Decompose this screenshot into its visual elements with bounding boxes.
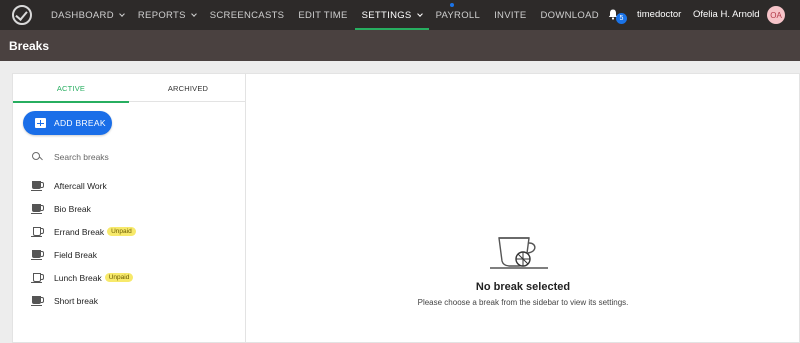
break-name: Lunch Break bbox=[54, 272, 102, 283]
list-item[interactable]: Bio Break bbox=[31, 197, 242, 220]
company-name[interactable]: timedoctor bbox=[637, 9, 681, 20]
search-input[interactable] bbox=[54, 152, 214, 162]
tea-cup-illustration-icon bbox=[490, 235, 548, 276]
list-item[interactable]: Lunch Break Unpaid bbox=[31, 266, 242, 289]
nav-item-label: EDIT TIME bbox=[298, 9, 348, 21]
breaks-card: ACTIVE ARCHIVED ADD BREAK Aftercall Work… bbox=[12, 73, 800, 343]
breaks-sidebar: ACTIVE ARCHIVED ADD BREAK Aftercall Work… bbox=[13, 74, 246, 343]
coffee-cup-icon bbox=[31, 249, 44, 260]
unpaid-badge: Unpaid bbox=[107, 227, 136, 236]
list-item[interactable]: Aftercall Work bbox=[31, 174, 242, 197]
break-name: Short break bbox=[54, 295, 98, 306]
empty-state-subtitle: Please choose a break from the sidebar t… bbox=[417, 298, 629, 307]
nav-item-label: DASHBOARD bbox=[51, 9, 114, 21]
unpaid-badge: Unpaid bbox=[104, 273, 134, 282]
takeaway-cup-icon bbox=[31, 226, 44, 237]
empty-state-title: No break selected bbox=[475, 281, 571, 293]
nav-item-label: INVITE bbox=[494, 9, 527, 21]
search-icon bbox=[32, 152, 42, 162]
search-box bbox=[32, 150, 214, 164]
coffee-cup-icon bbox=[31, 180, 44, 191]
nav-item-edit-time[interactable]: EDIT TIME bbox=[291, 0, 354, 30]
list-item[interactable]: Short break bbox=[31, 289, 242, 312]
add-break-button[interactable]: ADD BREAK bbox=[23, 111, 112, 135]
coffee-cup-icon bbox=[31, 295, 44, 306]
nav-item-settings[interactable]: SETTINGS bbox=[354, 0, 429, 30]
page-title: Breaks bbox=[9, 39, 50, 53]
nav-item-screencasts[interactable]: SCREENCASTS bbox=[203, 0, 292, 30]
chevron-down-icon bbox=[416, 10, 423, 17]
takeaway-cup-icon bbox=[31, 272, 44, 283]
break-name: Field Break bbox=[54, 249, 97, 260]
nav-item-invite[interactable]: INVITE bbox=[487, 0, 533, 30]
tab-archived[interactable]: ARCHIVED bbox=[130, 74, 246, 102]
avatar[interactable]: OA bbox=[767, 6, 785, 24]
tab-active[interactable]: ACTIVE bbox=[13, 74, 129, 103]
nav-item-dashboard[interactable]: DASHBOARD bbox=[44, 0, 131, 30]
notification-count-badge: 5 bbox=[616, 13, 627, 24]
timedoctor-logo-icon[interactable] bbox=[12, 5, 32, 25]
nav-item-label: DOWNLOAD bbox=[540, 9, 599, 21]
top-navigation: DASHBOARD REPORTS SCREENCASTS EDIT TIME … bbox=[0, 0, 800, 30]
nav-item-label: REPORTS bbox=[137, 9, 186, 21]
break-name: Errand Break bbox=[54, 226, 105, 237]
tabs: ACTIVE ARCHIVED bbox=[13, 74, 246, 103]
nav-item-label: SETTINGS bbox=[361, 9, 412, 21]
chevron-down-icon bbox=[119, 10, 125, 17]
new-indicator-dot bbox=[449, 3, 454, 7]
nav-item-payroll[interactable]: PAYROLL bbox=[429, 0, 488, 30]
break-name: Aftercall Work bbox=[54, 180, 107, 191]
chevron-down-icon bbox=[190, 10, 197, 17]
break-name: Bio Break bbox=[54, 203, 91, 214]
page-header: Breaks bbox=[0, 30, 800, 61]
nav-item-label: PAYROLL bbox=[435, 9, 481, 21]
list-item[interactable]: Errand Break Unpaid bbox=[31, 220, 242, 243]
list-item[interactable]: Field Break bbox=[31, 243, 242, 266]
nav-item-reports[interactable]: REPORTS bbox=[131, 0, 203, 30]
user-name[interactable]: Ofelia H. Arnold bbox=[693, 9, 760, 20]
add-break-label: ADD BREAK bbox=[54, 118, 106, 128]
coffee-cup-icon bbox=[31, 203, 44, 214]
break-details-panel: No break selected Please choose a break … bbox=[247, 74, 799, 343]
add-icon bbox=[35, 118, 46, 128]
break-list: Aftercall Work Bio Break Errand Break Un… bbox=[31, 174, 242, 312]
nav-item-download[interactable]: DOWNLOAD bbox=[534, 0, 606, 30]
nav-item-label: SCREENCASTS bbox=[209, 9, 285, 21]
nav-menu: DASHBOARD REPORTS SCREENCASTS EDIT TIME … bbox=[44, 0, 606, 30]
